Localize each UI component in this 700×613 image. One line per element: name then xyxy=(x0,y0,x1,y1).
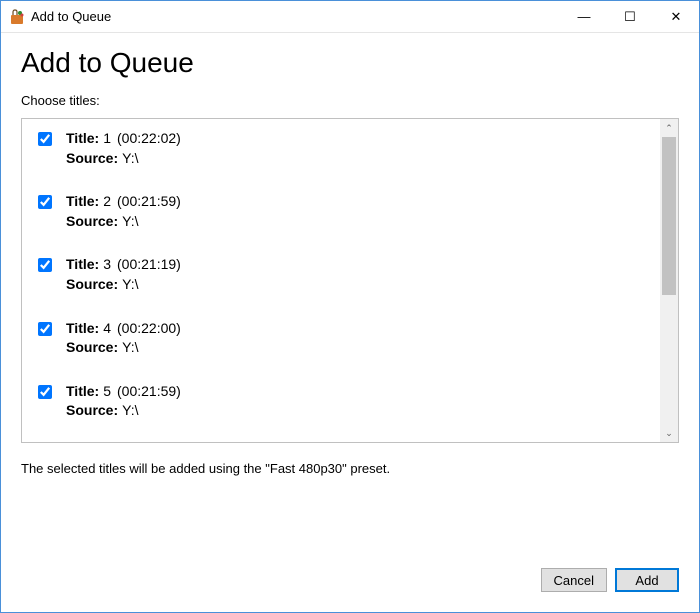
title-checkbox[interactable] xyxy=(38,322,52,336)
title-line: Title:2 (00:21:59) xyxy=(66,192,181,212)
source-label: Source: xyxy=(66,339,118,355)
chevron-down-icon: ⌄ xyxy=(665,428,673,439)
title-number: 5 xyxy=(103,383,111,399)
scrollbar-track[interactable] xyxy=(660,137,678,424)
title-line: Title:1 (00:22:02) xyxy=(66,129,181,149)
list-item: Title:5 (00:21:59) Source:Y:\ xyxy=(38,382,654,421)
title-number: 4 xyxy=(103,320,111,336)
title-checkbox[interactable] xyxy=(38,385,52,399)
source-path: Y:\ xyxy=(122,150,138,166)
title-duration: (00:22:02) xyxy=(117,130,181,146)
button-row: Cancel Add xyxy=(21,548,679,598)
source-line: Source:Y:\ xyxy=(66,275,181,295)
source-line: Source:Y:\ xyxy=(66,338,181,358)
cancel-button[interactable]: Cancel xyxy=(541,568,607,592)
scrollbar[interactable]: ⌃ ⌄ xyxy=(660,119,678,442)
title-duration: (00:22:00) xyxy=(117,320,181,336)
title-duration: (00:21:19) xyxy=(117,256,181,272)
source-path: Y:\ xyxy=(122,213,138,229)
window-controls: — ☐ ✕ xyxy=(561,1,699,32)
minimize-icon: — xyxy=(578,9,591,24)
scrollbar-thumb[interactable] xyxy=(662,137,676,295)
title-label: Title: xyxy=(66,193,99,209)
title-label: Title: xyxy=(66,383,99,399)
item-text: Title:1 (00:22:02) Source:Y:\ xyxy=(66,129,181,168)
minimize-button[interactable]: — xyxy=(561,1,607,32)
list-item: Title:4 (00:22:00) Source:Y:\ xyxy=(38,319,654,358)
chevron-up-icon: ⌃ xyxy=(665,123,673,134)
source-line: Source:Y:\ xyxy=(66,149,181,169)
close-icon: ✕ xyxy=(671,9,682,25)
close-button[interactable]: ✕ xyxy=(653,1,699,32)
maximize-button[interactable]: ☐ xyxy=(607,1,653,32)
source-path: Y:\ xyxy=(122,276,138,292)
list-item: Title:3 (00:21:19) Source:Y:\ xyxy=(38,255,654,294)
titles-list[interactable]: Title:1(00:22:02)Source:Y:\Title:2(00:21… xyxy=(22,119,660,442)
source-label: Source: xyxy=(66,213,118,229)
preset-info-text: The selected titles will be added using … xyxy=(21,461,679,476)
app-icon xyxy=(9,9,25,25)
item-text: Title:2 (00:21:59) Source:Y:\ xyxy=(66,192,181,231)
title-label: Title: xyxy=(66,320,99,336)
title-line: Title:3 (00:21:19) xyxy=(66,255,181,275)
titles-list-container: Title:1(00:22:02)Source:Y:\Title:2(00:21… xyxy=(21,118,679,443)
source-label: Source: xyxy=(66,276,118,292)
source-line: Source:Y:\ xyxy=(66,212,181,232)
page-title: Add to Queue xyxy=(21,47,679,79)
item-text: Title:5 (00:21:59) Source:Y:\ xyxy=(66,382,181,421)
maximize-icon: ☐ xyxy=(624,9,636,25)
title-duration: (00:21:59) xyxy=(117,193,181,209)
title-number: 3 xyxy=(103,256,111,272)
title-label: Title: xyxy=(66,130,99,146)
title-checkbox[interactable] xyxy=(38,132,52,146)
scroll-up-button[interactable]: ⌃ xyxy=(660,119,678,137)
title-line: Title:5 (00:21:59) xyxy=(66,382,181,402)
title-checkbox[interactable] xyxy=(38,195,52,209)
title-line: Title:4 (00:22:00) xyxy=(66,319,181,339)
choose-titles-label: Choose titles: xyxy=(21,93,679,108)
list-item: Title:1 (00:22:02) Source:Y:\ xyxy=(38,129,654,168)
dialog-window: Add to Queue — ☐ ✕ Add to Queue Choose t… xyxy=(0,0,700,613)
titlebar[interactable]: Add to Queue — ☐ ✕ xyxy=(1,1,699,33)
scroll-down-button[interactable]: ⌄ xyxy=(660,424,678,442)
window-title: Add to Queue xyxy=(31,9,561,24)
title-number: 1 xyxy=(103,130,111,146)
title-number: 2 xyxy=(103,193,111,209)
title-checkbox[interactable] xyxy=(38,258,52,272)
source-path: Y:\ xyxy=(122,402,138,418)
add-button[interactable]: Add xyxy=(615,568,679,592)
item-text: Title:4 (00:22:00) Source:Y:\ xyxy=(66,319,181,358)
list-item: Title:2 (00:21:59) Source:Y:\ xyxy=(38,192,654,231)
item-text: Title:3 (00:21:19) Source:Y:\ xyxy=(66,255,181,294)
title-duration: (00:21:59) xyxy=(117,383,181,399)
source-line: Source:Y:\ xyxy=(66,401,181,421)
source-label: Source: xyxy=(66,402,118,418)
source-label: Source: xyxy=(66,150,118,166)
title-label: Title: xyxy=(66,256,99,272)
source-path: Y:\ xyxy=(122,339,138,355)
dialog-content: Add to Queue Choose titles: Title:1(00:2… xyxy=(1,33,699,612)
